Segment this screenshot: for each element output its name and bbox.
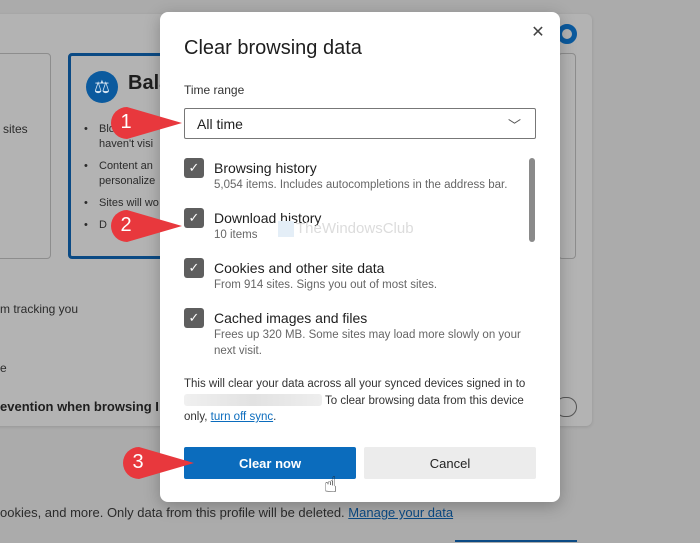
basic-option-text: sites [3,122,28,136]
step-marker-3: 3 [122,446,194,480]
strict-prevention-label: evention when browsing I [0,399,159,414]
item-title: Browsing history [214,160,317,176]
list-item-cached-images[interactable]: ✓ Cached images and files Frees up 320 M… [184,307,536,357]
sync-note: This will clear your data across all you… [184,378,526,423]
clear-data-description: ookies, and more. Only data from this pr… [0,505,454,520]
item-title: Cached images and files [214,310,368,326]
item-description: Frees up 320 MB. Some sites may load mor… [214,329,521,357]
scale-icon: ⚖ [86,71,118,103]
list-scrollbar[interactable] [529,158,535,242]
checkbox-checked-icon[interactable]: ✓ [184,208,204,228]
tracking-text: m tracking you [0,302,79,316]
chevron-down-icon: ﹀ [507,118,521,133]
fragment-text: e [0,361,7,375]
manage-data-link[interactable]: Manage your data [348,505,453,520]
checkbox-checked-icon[interactable]: ✓ [184,308,204,328]
checkbox-checked-icon[interactable]: ✓ [184,158,204,178]
item-title: Download history [214,210,322,226]
item-description: 10 items [214,229,258,241]
list-item-download-history[interactable]: ✓ Download history 10 items [184,207,536,257]
turn-off-sync-link[interactable]: turn off sync [211,411,273,423]
item-description: 5,054 items. Includes autocompletions in… [214,179,508,191]
hand-cursor-icon: ☝ [324,472,338,497]
tracking-prevention-toggle[interactable] [557,24,577,44]
item-description: From 914 sites. Signs you out of most si… [214,279,438,291]
step-marker-2: 2 [110,209,182,243]
redacted-account [184,394,322,407]
clear-browsing-data-dialog: ✕ Clear browsing data Time range All tim… [160,12,560,502]
list-item-cookies[interactable]: ✓ Cookies and other site data From 914 s… [184,257,536,307]
cancel-button[interactable]: Cancel [364,447,536,479]
time-range-label: Time range [184,83,245,97]
data-types-list: ✓ Browsing history 5,054 items. Includes… [184,157,536,362]
strict-tracking-option[interactable] [558,53,576,259]
step-marker-1: 1 [110,106,182,140]
dialog-title: Clear browsing data [184,37,362,59]
time-range-select[interactable]: All time ﹀ [184,108,536,139]
basic-tracking-option[interactable]: sites [0,53,51,259]
item-title: Cookies and other site data [214,260,385,276]
close-icon[interactable]: ✕ [528,22,548,42]
bullet: Content anpersonalize [81,159,159,189]
checkbox-checked-icon[interactable]: ✓ [184,258,204,278]
time-range-value: All time [197,115,243,132]
list-item-browsing-history[interactable]: ✓ Browsing history 5,054 items. Includes… [184,157,536,207]
